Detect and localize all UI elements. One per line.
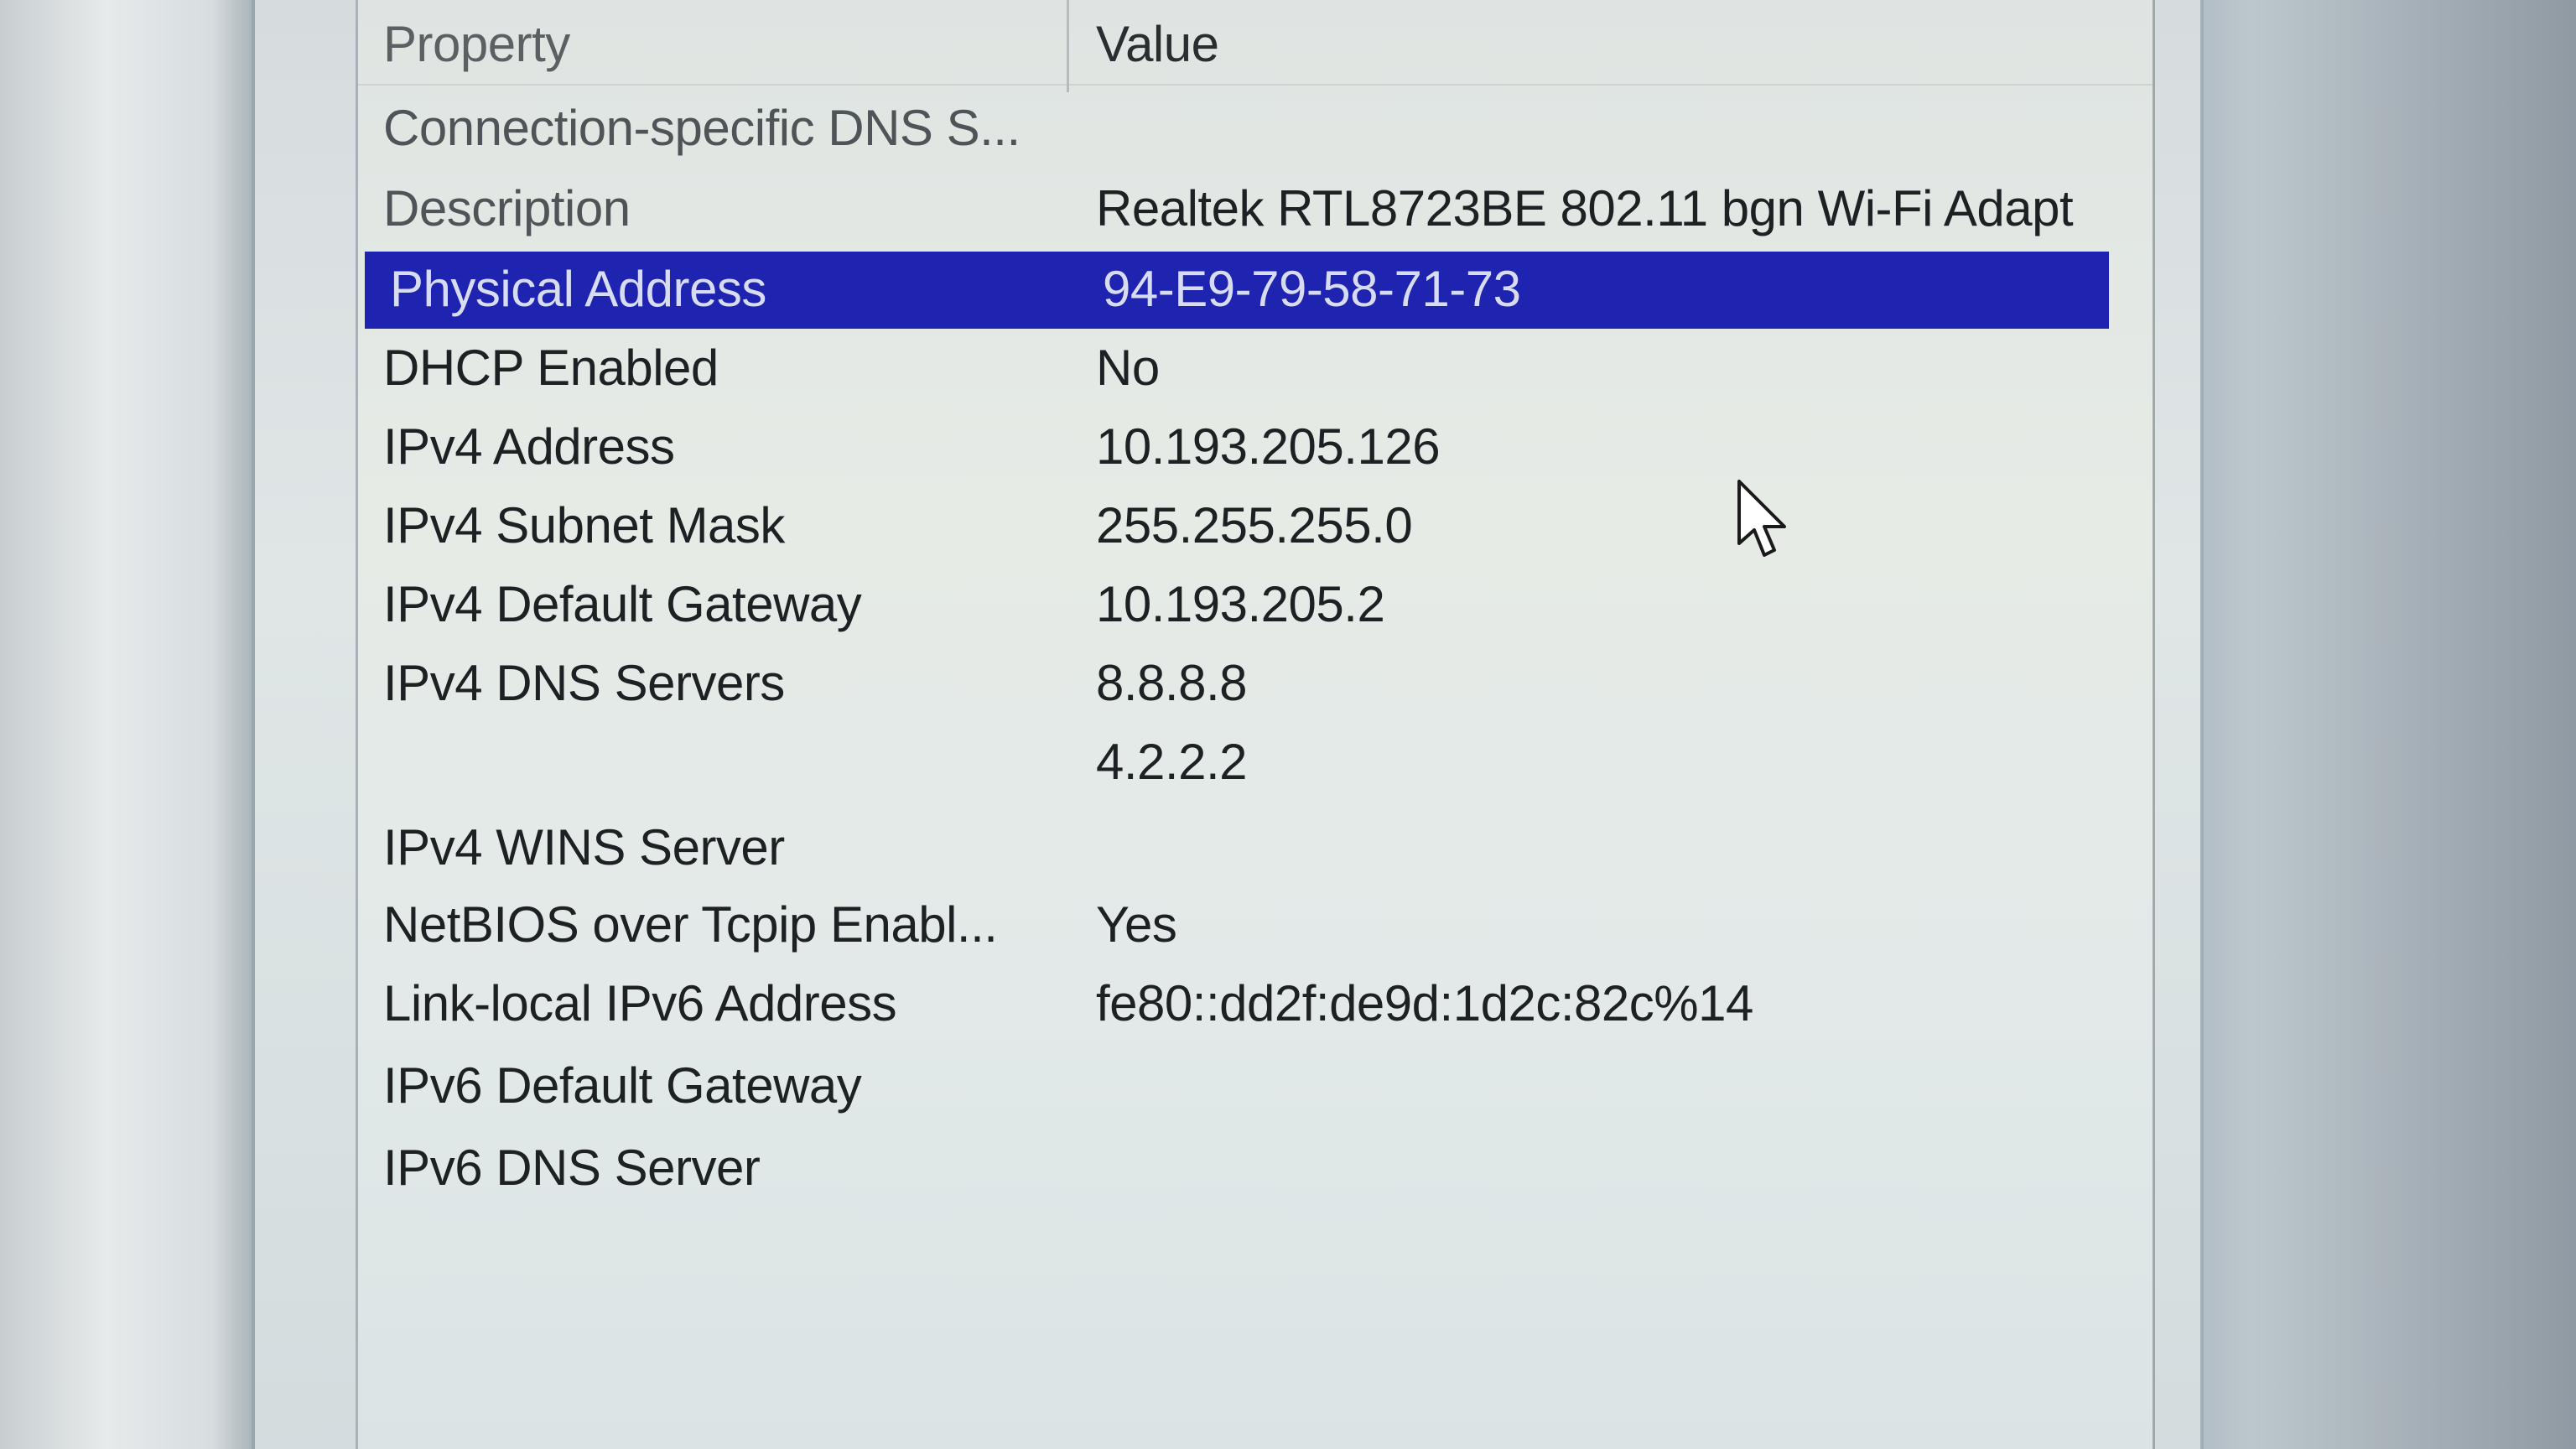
row-value: Yes <box>1096 896 1177 953</box>
row-value: 255.255.255.0 <box>1096 497 1413 553</box>
row-property: Description <box>383 180 631 236</box>
table-row[interactable]: Description Realtek RTL8723BE 802.11 bgn… <box>358 171 2153 248</box>
row-value: 8.8.8.8 <box>1096 655 1248 711</box>
details-list[interactable]: Property Value Connection-specific DNS S… <box>356 0 2155 1449</box>
table-row[interactable]: DHCP Enabled No <box>358 330 2153 408</box>
table-row[interactable]: 4.2.2.2 <box>358 724 2153 802</box>
row-property: IPv4 Default Gateway <box>383 576 862 632</box>
table-row[interactable]: IPv4 Subnet Mask 255.255.255.0 <box>358 488 2153 565</box>
table-row[interactable]: NetBIOS over Tcpip Enabl... Yes <box>358 887 2153 964</box>
row-value: Realtek RTL8723BE 802.11 bgn Wi-Fi Adapt <box>1096 180 2074 236</box>
row-property: Link-local IPv6 Address <box>383 975 897 1031</box>
row-property: IPv4 DNS Servers <box>383 655 785 711</box>
row-value: 94-E9-79-58-71-73 <box>1103 261 1521 317</box>
row-property: IPv4 WINS Server <box>383 819 785 875</box>
table-row[interactable]: IPv4 Default Gateway 10.193.205.2 <box>358 567 2153 644</box>
table-row[interactable]: IPv6 DNS Server <box>358 1130 2153 1208</box>
table-row[interactable]: IPv4 Address 10.193.205.126 <box>358 409 2153 486</box>
arrow-cursor-icon <box>1737 480 1786 557</box>
network-connection-details-dialog: Property Value Connection-specific DNS S… <box>252 0 2204 1449</box>
row-property: IPv6 DNS Server <box>383 1140 761 1196</box>
row-property: Connection-specific DNS S... <box>383 100 1021 156</box>
row-property: Physical Address <box>390 261 766 317</box>
table-row[interactable]: Connection-specific DNS S... <box>358 91 2153 168</box>
row-property: IPv6 Default Gateway <box>383 1057 862 1114</box>
rows-container: Connection-specific DNS S... Description… <box>358 0 2153 1449</box>
row-value: No <box>1096 340 1160 396</box>
table-row-selected[interactable]: Physical Address 94-E9-79-58-71-73 <box>365 252 2109 329</box>
row-value: 4.2.2.2 <box>1096 734 1248 790</box>
row-property: IPv4 Address <box>383 418 675 475</box>
table-row[interactable]: IPv6 Default Gateway <box>358 1048 2153 1125</box>
row-value: 10.193.205.2 <box>1096 576 1385 632</box>
table-row[interactable]: Link-local IPv6 Address fe80::dd2f:de9d:… <box>358 966 2153 1043</box>
table-row[interactable]: IPv4 WINS Server <box>358 810 2153 887</box>
table-row[interactable]: IPv4 DNS Servers 8.8.8.8 <box>358 646 2153 723</box>
row-property: NetBIOS over Tcpip Enabl... <box>383 896 998 953</box>
row-value: fe80::dd2f:de9d:1d2c:82c%14 <box>1096 975 1753 1031</box>
row-property: DHCP Enabled <box>383 340 719 396</box>
row-value: 10.193.205.126 <box>1096 418 1441 475</box>
row-property: IPv4 Subnet Mask <box>383 497 785 553</box>
